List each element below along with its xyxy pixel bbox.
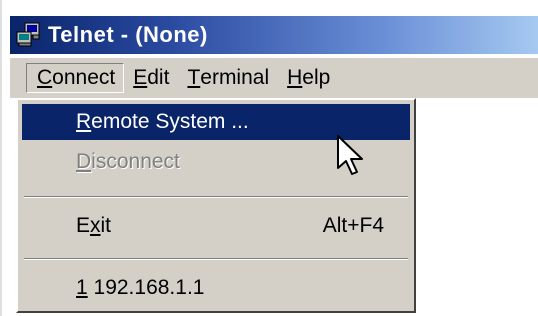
remote-system-label: Remote System ... xyxy=(76,110,249,134)
menu-item-recent-host[interactable]: 1 192.168.1.1 xyxy=(22,270,410,306)
exit-text: it xyxy=(100,214,112,237)
menu-separator xyxy=(24,258,408,260)
mouse-pointer-icon xyxy=(336,134,370,180)
remote-system-text: emote System ... xyxy=(91,110,249,133)
menu-terminal-accel: T xyxy=(187,66,201,89)
menu-edit-label: dit xyxy=(147,66,170,89)
menu-help-accel: H xyxy=(287,66,303,89)
menu-connect-label: onnect xyxy=(52,66,116,89)
window-title: Telnet - (None) xyxy=(48,22,208,47)
recent-host-label: 1 192.168.1.1 xyxy=(76,276,204,300)
telnet-window: Telnet - (None) Connect Edit Terminal He… xyxy=(0,0,538,316)
menu-edit[interactable]: Edit xyxy=(124,63,178,93)
menu-connect-accel: C xyxy=(37,66,53,89)
menu-terminal-label: erminal xyxy=(200,66,270,89)
connect-dropdown-menu: Remote System ... Disconnect Exit Alt+F4… xyxy=(16,98,416,313)
disconnect-text: isconnect xyxy=(91,150,180,173)
menu-edit-accel: E xyxy=(133,66,148,89)
disconnect-accel: D xyxy=(76,150,92,173)
menu-help[interactable]: Help xyxy=(278,63,339,93)
exit-text-pre: E xyxy=(76,214,91,237)
menu-terminal[interactable]: Terminal xyxy=(178,63,278,93)
title-bar[interactable]: Telnet - (None) xyxy=(10,16,538,54)
recent-host-accel: 1 xyxy=(76,276,88,299)
telnet-computer-icon[interactable] xyxy=(16,22,42,48)
menu-bar: Connect Edit Terminal Help xyxy=(10,58,538,98)
exit-accel: x xyxy=(90,214,101,237)
menu-separator xyxy=(24,196,408,198)
disconnect-label: Disconnect xyxy=(76,150,180,174)
exit-label: Exit xyxy=(76,214,111,238)
exit-shortcut: Alt+F4 xyxy=(322,214,384,237)
screenshot-stage: Telnet - (None) Connect Edit Terminal He… xyxy=(0,0,538,316)
remote-system-accel: R xyxy=(76,110,92,133)
menu-connect[interactable]: Connect xyxy=(26,63,125,93)
menu-help-label: elp xyxy=(302,66,331,89)
recent-host-text: 192.168.1.1 xyxy=(87,276,205,299)
menu-item-exit[interactable]: Exit Alt+F4 xyxy=(22,208,410,244)
